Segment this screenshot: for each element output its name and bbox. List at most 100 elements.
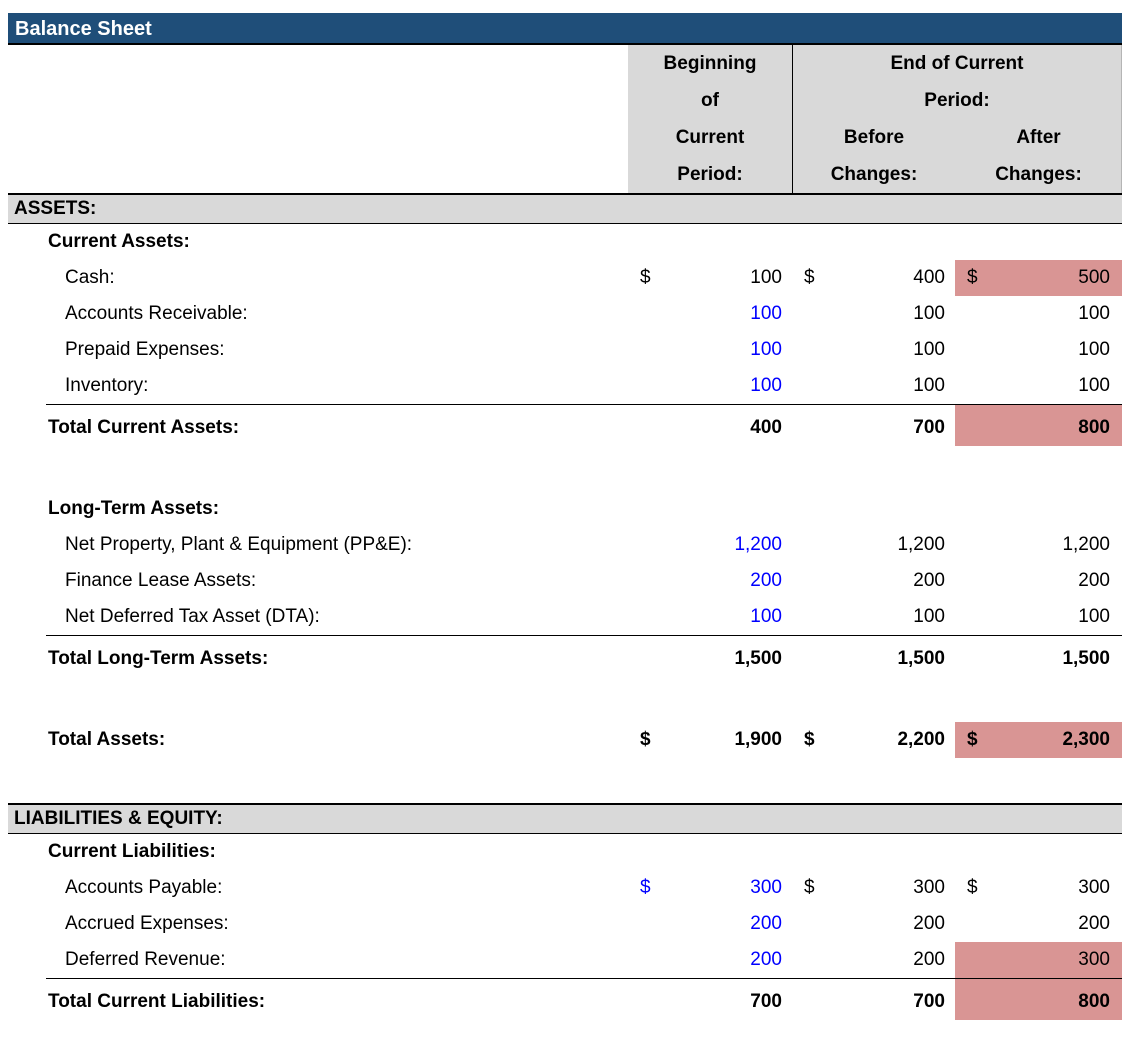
row-label: Current Liabilities: (8, 834, 628, 870)
row-label: Deferred Revenue: (8, 942, 628, 978)
dollar-sign: $ (955, 260, 978, 296)
row-label: Total Current Liabilities: (8, 984, 628, 1020)
cell-value: 1,500 (734, 641, 792, 677)
cell-beg: $100 (628, 260, 792, 296)
cell-bef: $400 (792, 260, 955, 296)
cell-value: 2,300 (1062, 722, 1122, 758)
cell-value: 400 (750, 410, 792, 446)
table-row: Current Liabilities: (8, 834, 1122, 870)
cell-value: 1,200 (897, 527, 955, 563)
row-label: Net Property, Plant & Equipment (PP&E): (8, 527, 628, 563)
cell-beg: $300 (628, 870, 792, 906)
cell-value: 300 (750, 870, 792, 906)
spacer-row (8, 446, 1122, 491)
table-row: Finance Lease Assets:200200200 (8, 563, 1122, 599)
cell-beg (628, 224, 792, 260)
balance-sheet: Balance Sheet Beginning of Current Perio… (8, 13, 1122, 1020)
row-label: Cash: (8, 260, 628, 296)
page-title: Balance Sheet (15, 18, 152, 40)
spacer-row (8, 677, 1122, 722)
header-line: Period: (628, 156, 792, 193)
header-line: End of Current (793, 45, 1121, 82)
section-label: ASSETS: (14, 195, 1122, 223)
cell-aft: 100 (955, 368, 1122, 404)
section-row: ASSETS: (8, 193, 1122, 224)
cell-beg: 100 (628, 332, 792, 368)
cell-value: 200 (750, 942, 792, 978)
cell-beg: 700 (628, 984, 792, 1020)
cell-bef (792, 491, 955, 527)
cell-value: 100 (913, 599, 955, 635)
cell-value: 100 (750, 260, 792, 296)
table-row: Accounts Receivable:100100100 (8, 296, 1122, 332)
cell-value: 800 (1078, 410, 1122, 446)
table-row: Long-Term Assets: (8, 491, 1122, 527)
cell-bef: 700 (792, 984, 955, 1020)
header-subcolumns: Before Changes: After Changes: (793, 119, 1121, 193)
col-header-after-changes: After Changes: (955, 119, 1122, 193)
table-row: Inventory:100100100 (8, 368, 1122, 404)
cell-value: 500 (1078, 260, 1122, 296)
dollar-sign: $ (955, 722, 978, 758)
header-line: Before (793, 119, 955, 156)
cell-bef: 100 (792, 332, 955, 368)
cell-value: 100 (750, 599, 792, 635)
header-line: Changes: (955, 156, 1122, 193)
cell-aft: 1,200 (955, 527, 1122, 563)
cell-value: 200 (1078, 563, 1122, 599)
cell-aft: 800 (955, 410, 1122, 446)
dollar-sign: $ (628, 870, 651, 906)
cell-value: 200 (913, 942, 955, 978)
table-row: Current Assets: (8, 224, 1122, 260)
cell-value: 1,900 (734, 722, 792, 758)
cell-value: 200 (913, 906, 955, 942)
table-row: Accrued Expenses:200200200 (8, 906, 1122, 942)
section-label: LIABILITIES & EQUITY: (14, 805, 1122, 833)
cell-value: 800 (1078, 984, 1122, 1020)
cell-beg: 400 (628, 410, 792, 446)
cell-beg: 200 (628, 942, 792, 978)
table-row: Total Current Assets:400700800 (8, 410, 1122, 446)
cell-value: 1,200 (734, 527, 792, 563)
cell-value: 200 (750, 906, 792, 942)
cell-value: 100 (1078, 599, 1122, 635)
cell-aft: $300 (955, 870, 1122, 906)
cell-value: 100 (1078, 332, 1122, 368)
header-line: Changes: (793, 156, 955, 193)
table-row: Accounts Payable:$300$300$300 (8, 870, 1122, 906)
cell-beg: 200 (628, 906, 792, 942)
col-header-end-of-current-period-group: End of Current Period: Before Changes: A… (792, 45, 1122, 193)
cell-aft: 300 (955, 942, 1122, 978)
row-label: Net Deferred Tax Asset (DTA): (8, 599, 628, 635)
table-row: Cash:$100$400$500 (8, 260, 1122, 296)
cell-bef: $2,200 (792, 722, 955, 758)
cell-value: 100 (913, 296, 955, 332)
cell-value: 100 (750, 332, 792, 368)
cell-value: 200 (750, 563, 792, 599)
cell-beg: 200 (628, 563, 792, 599)
dollar-sign: $ (792, 870, 815, 906)
cell-aft: 100 (955, 332, 1122, 368)
cell-aft (955, 834, 1122, 870)
cell-value: 1,500 (1062, 641, 1122, 677)
cell-bef: 200 (792, 563, 955, 599)
cell-value: 400 (913, 260, 955, 296)
cell-aft: $2,300 (955, 722, 1122, 758)
cell-value: 1,200 (1062, 527, 1122, 563)
cell-aft (955, 491, 1122, 527)
cell-bef: 1,500 (792, 641, 955, 677)
cell-beg: 100 (628, 368, 792, 404)
cell-value: 100 (1078, 368, 1122, 404)
row-label: Total Long-Term Assets: (8, 641, 628, 677)
cell-beg (628, 834, 792, 870)
row-label: Total Assets: (8, 722, 628, 758)
dollar-sign: $ (628, 722, 651, 758)
row-label: Inventory: (8, 368, 628, 404)
cell-bef (792, 224, 955, 260)
cell-value: 100 (1078, 296, 1122, 332)
cell-aft: 100 (955, 599, 1122, 635)
section-row: LIABILITIES & EQUITY: (8, 803, 1122, 834)
cell-beg: 1,500 (628, 641, 792, 677)
cell-aft: 800 (955, 984, 1122, 1020)
table-row: Total Long-Term Assets:1,5001,5001,500 (8, 641, 1122, 677)
